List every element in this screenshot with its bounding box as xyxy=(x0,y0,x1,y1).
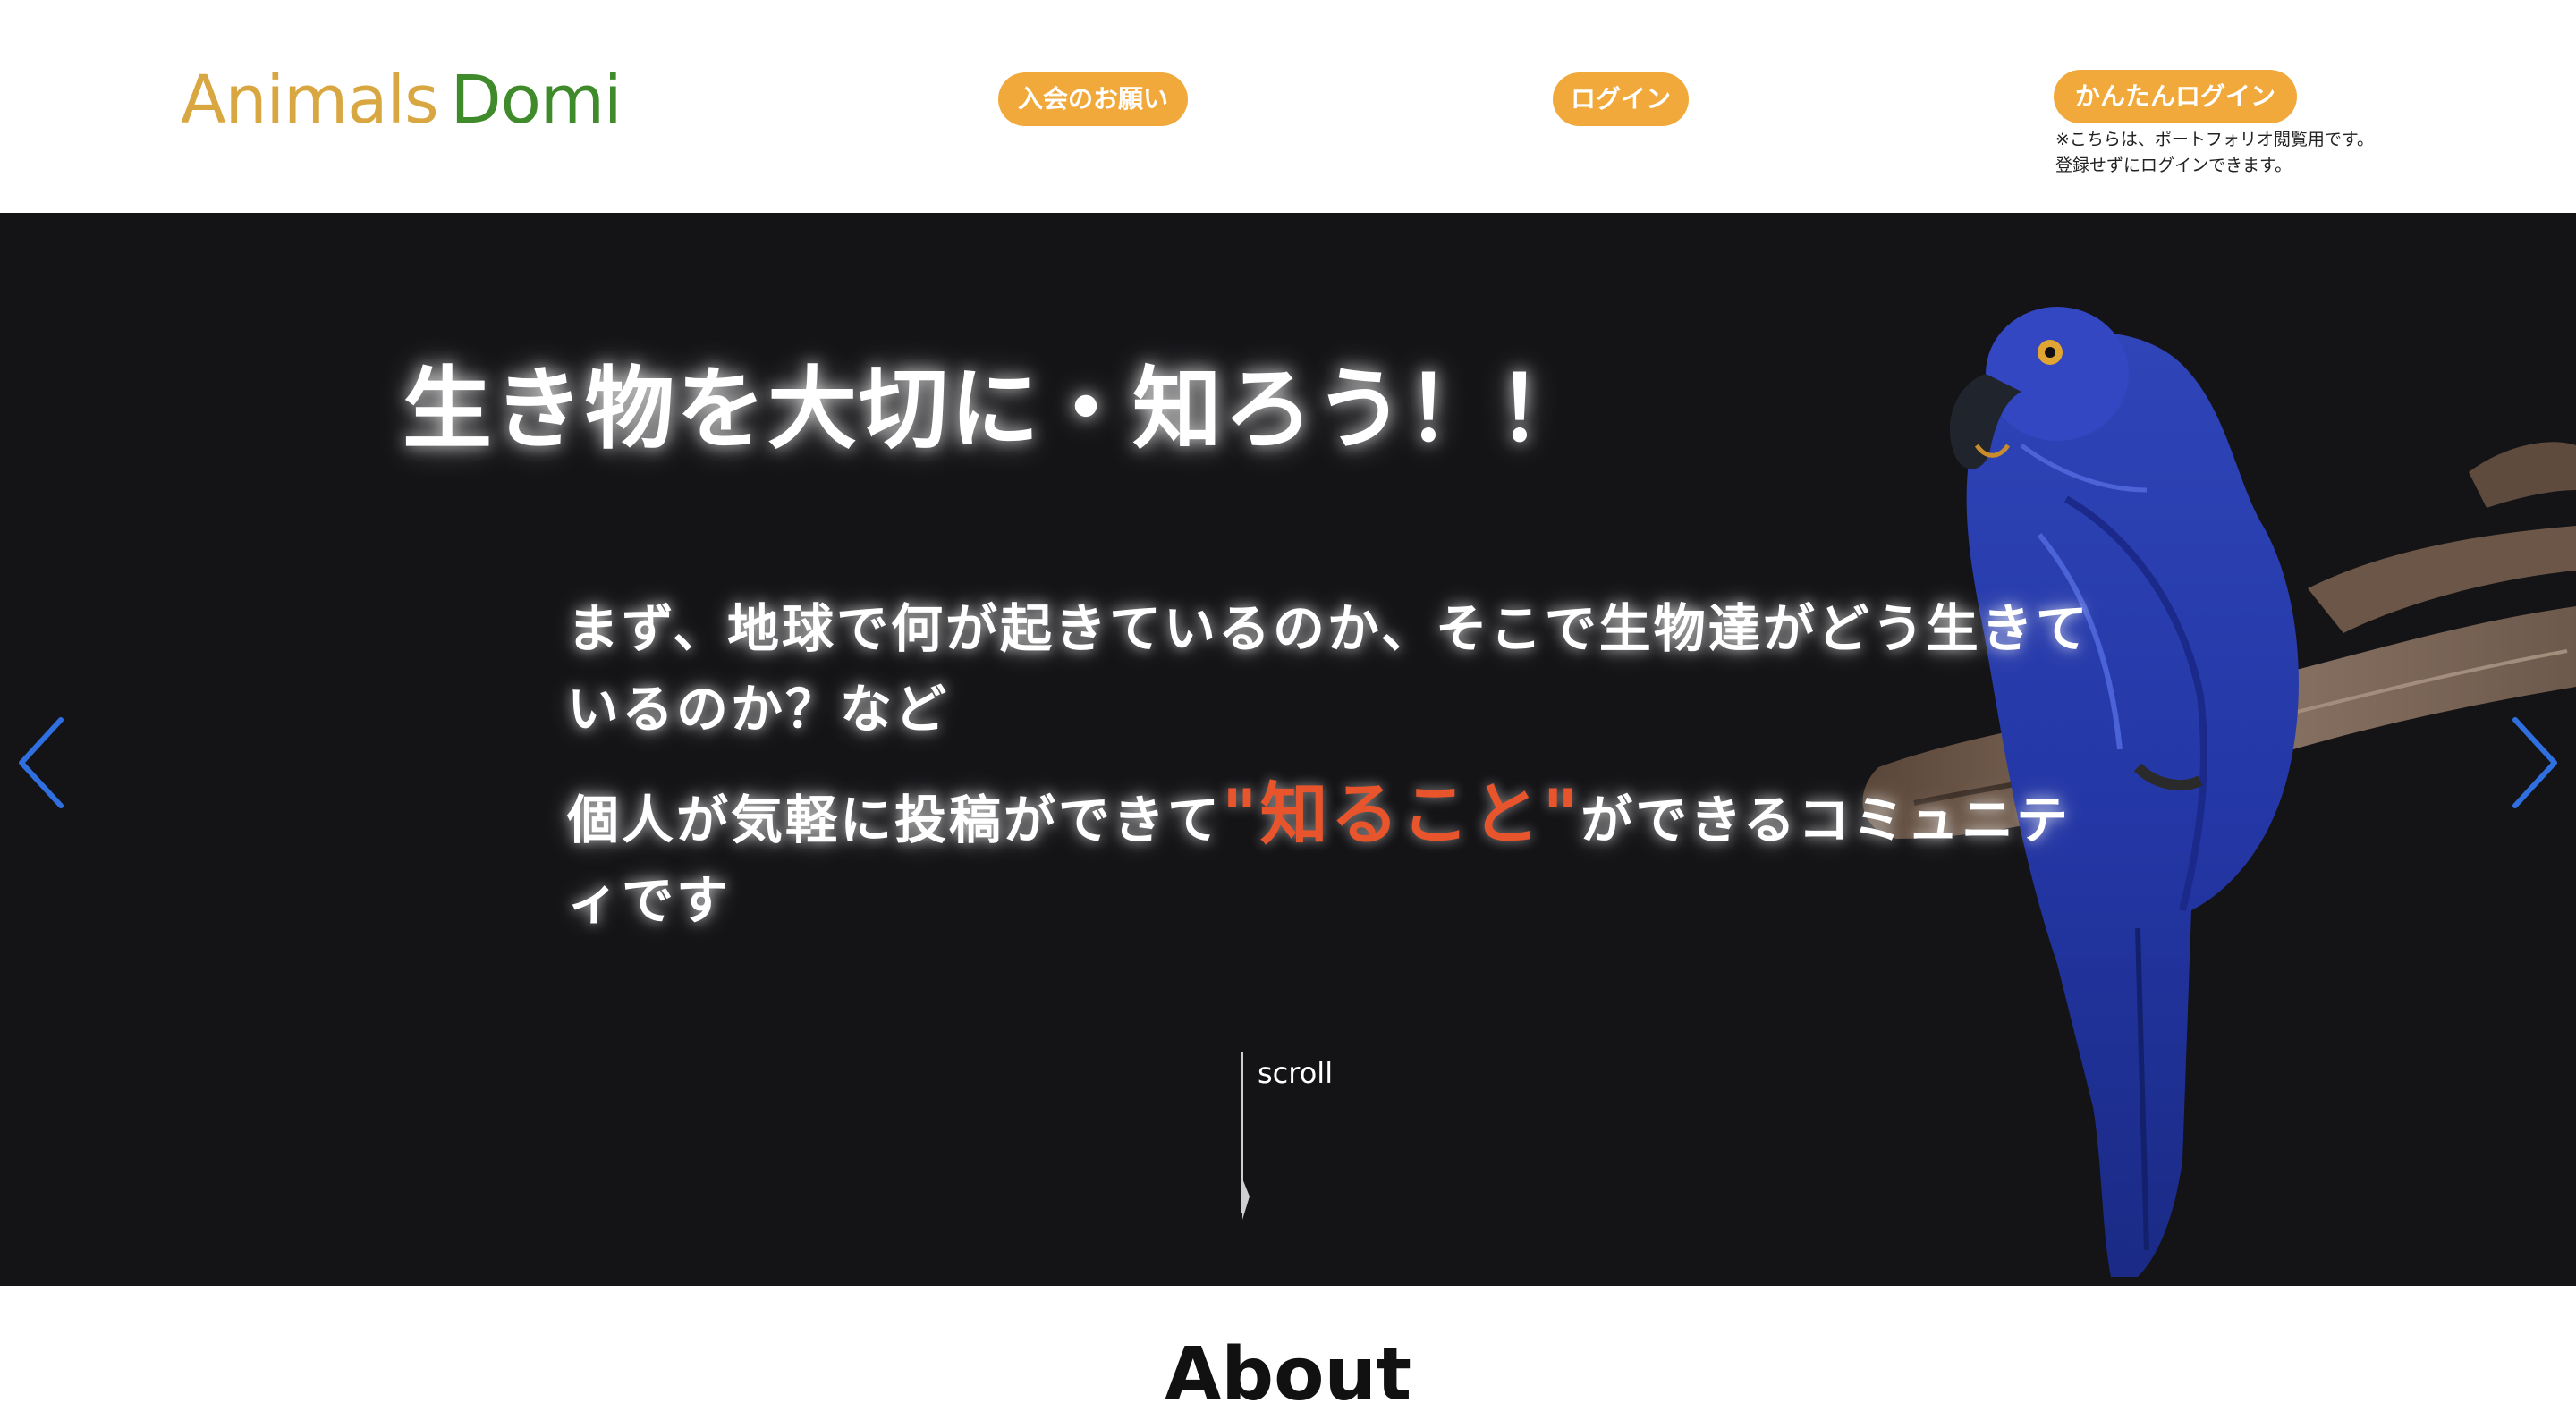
scroll-arrow-icon xyxy=(1242,1179,1250,1220)
easy-login-button[interactable]: かんたんログイン xyxy=(2054,70,2297,123)
hero-desc-before: 個人が気軽に投稿ができて xyxy=(567,790,1223,850)
about-heading: About xyxy=(1164,1332,1412,1417)
join-button[interactable]: 入会のお願い xyxy=(998,72,1188,126)
hero-desc-highlight: "知ること" xyxy=(1222,774,1581,854)
easy-login-note-line1: ※こちらは、ポートフォリオ閲覧用です。 xyxy=(2055,130,2375,149)
logo-word-animals: Animals xyxy=(181,62,439,139)
hero-desc-line1: まず、地球で何が起きているのか、そこで生物達がどう生きているのか？など xyxy=(567,598,2090,740)
scroll-label[interactable]: scroll xyxy=(1258,1055,1333,1091)
easy-login-note-line2: 登録せずにログインできます。 xyxy=(2055,156,2292,175)
hero-carousel: 生き物を大切に・知ろう！！ まず、地球で何が起きているのか、そこで生物達がどう生… xyxy=(0,213,2576,1286)
hero-description: まず、地球で何が起きているのか、そこで生物達がどう生きているのか？など 個人が気… xyxy=(567,588,2106,941)
chevron-right-icon[interactable] xyxy=(2503,709,2565,816)
login-button[interactable]: ログイン xyxy=(1553,72,1689,126)
site-header: Animals Domi 入会のお願い ログイン かんたんログイン ※こちらは、ポ… xyxy=(0,0,2576,213)
chevron-left-icon[interactable] xyxy=(11,709,73,816)
logo-word-domi: Domi xyxy=(450,62,623,139)
hero-desc-line2: 個人が気軽に投稿ができて"知ること"ができるコミュニティです xyxy=(567,774,2106,941)
easy-login-note: ※こちらは、ポートフォリオ閲覧用です。 登録せずにログインできます。 xyxy=(2055,127,2374,179)
site-logo[interactable]: Animals Domi xyxy=(181,59,623,141)
hero-title: 生き物を大切に・知ろう！！ xyxy=(402,357,1589,461)
